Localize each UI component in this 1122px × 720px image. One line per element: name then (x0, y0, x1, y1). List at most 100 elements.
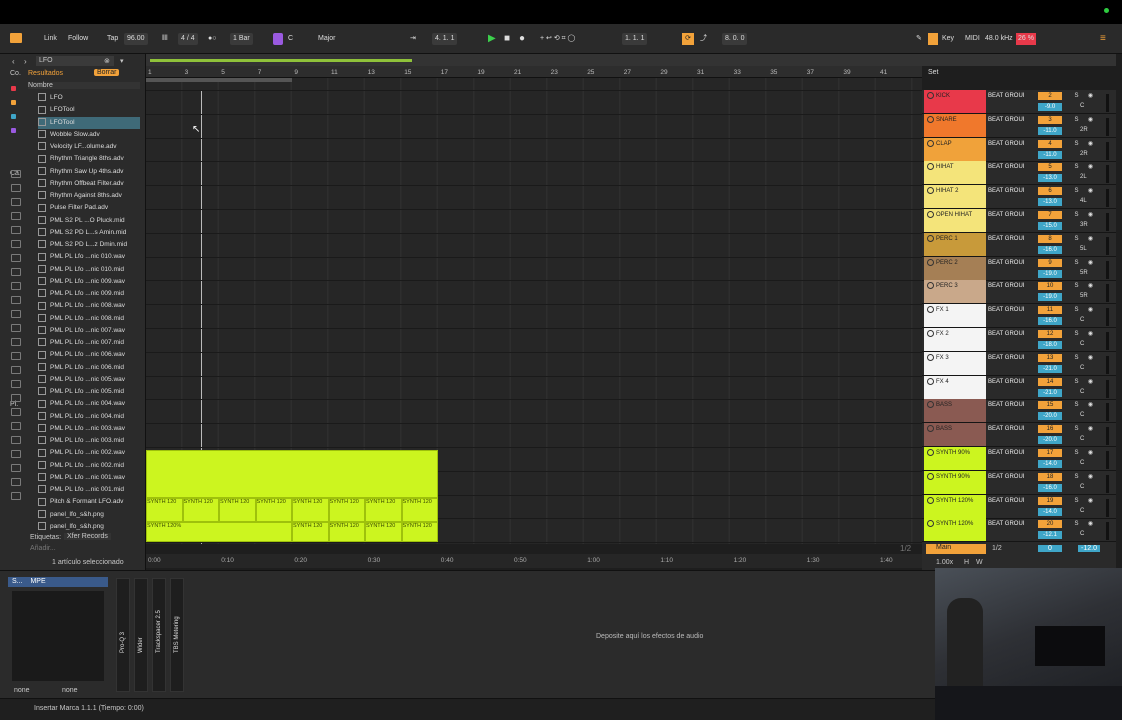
fold-icon[interactable] (927, 425, 934, 433)
track-volume[interactable]: -18.0 (1038, 341, 1062, 349)
drop-effects-hint[interactable]: Deposite aquí los efectos de audio (596, 633, 703, 640)
app-menu-icon[interactable] (10, 33, 22, 43)
track-pan[interactable]: 3R (1080, 222, 1088, 228)
track-header[interactable]: SYNTH 90% BEAT GROUI 17 -14.0 S ◉ C (922, 447, 1116, 471)
menu-icon[interactable]: ≡ (1100, 33, 1106, 45)
arrangement-overview[interactable] (146, 54, 1116, 66)
track-volume[interactable]: -21.0 (1038, 364, 1062, 373)
track-activator[interactable]: 10 (1038, 282, 1062, 291)
track-activator[interactable]: 5 (1038, 163, 1062, 172)
arrangement-clip[interactable] (146, 450, 438, 498)
track-volume[interactable]: -20.0 (1038, 436, 1062, 445)
track-group-select[interactable]: BEAT GROUI (988, 450, 1024, 456)
scale-select[interactable]: Major (318, 33, 336, 45)
solo-button[interactable]: S (1072, 449, 1081, 457)
track-header[interactable]: HIHAT 2 BEAT GROUI 6 -13.0 S ◉ 4L (922, 185, 1116, 210)
solo-button[interactable]: S (1072, 282, 1081, 290)
solo-button[interactable]: S (1072, 330, 1081, 338)
browser-item[interactable]: PML PL Lfo ...nic 010.wav (38, 251, 140, 263)
fold-icon[interactable] (927, 449, 934, 456)
arrangement-clip[interactable]: SYNTH 120 (401, 522, 438, 542)
browser-item[interactable]: panel_lfo_s&h.png (38, 509, 140, 521)
filter-icon[interactable]: ▾ (120, 57, 124, 65)
track-pan[interactable]: C (1080, 103, 1084, 109)
solo-button[interactable]: S (1072, 140, 1081, 148)
track-activator[interactable]: 7 (1038, 211, 1062, 219)
browser-item[interactable]: LFOTool (38, 116, 140, 129)
track-activator[interactable]: 4 (1038, 139, 1062, 148)
solo-button[interactable]: S (1072, 259, 1081, 267)
track-name[interactable]: PERC 1 (924, 232, 986, 256)
category-icon[interactable] (11, 492, 21, 500)
track-name[interactable]: SYNTH 120% (924, 494, 986, 518)
track-activator[interactable]: 8 (1038, 234, 1062, 243)
arrangement-clip[interactable]: SYNTH 120 (365, 498, 402, 522)
category-icon[interactable] (11, 310, 21, 318)
track-header[interactable]: PERC 2 BEAT GROUI 9 -19.0 S ◉ 5R (922, 256, 1116, 281)
loop-length-field[interactable]: 8. 0. 0 (722, 33, 748, 45)
track-activator[interactable]: 15 (1038, 401, 1062, 410)
arm-icon[interactable]: ◉ (1086, 140, 1095, 148)
track-name[interactable]: HIHAT (924, 161, 986, 185)
arm-icon[interactable]: ◉ (1086, 425, 1095, 433)
track-volume[interactable]: -19.0 (1038, 293, 1062, 302)
track-activator[interactable]: 14 (1038, 377, 1062, 386)
fold-icon[interactable] (927, 211, 934, 218)
arm-icon[interactable]: ◉ (1086, 116, 1095, 124)
track-group-select[interactable]: BEAT GROUI (988, 117, 1024, 123)
w-button[interactable]: W (976, 559, 983, 566)
track-activator[interactable]: 18 (1038, 472, 1062, 481)
track-group-select[interactable]: BEAT GROUI (988, 307, 1024, 313)
arm-icon[interactable]: ◉ (1086, 235, 1095, 243)
track-activator[interactable]: 13 (1038, 353, 1062, 362)
track-volume[interactable]: -21.0 (1038, 388, 1062, 397)
track-group-select[interactable]: BEAT GROUI (988, 283, 1024, 289)
category-icon[interactable] (11, 86, 16, 91)
category-icon[interactable] (11, 114, 16, 119)
track-activator[interactable]: 17 (1038, 449, 1062, 457)
fold-icon[interactable] (927, 306, 934, 314)
arrangement-clip[interactable]: SYNTH 120 (401, 498, 438, 522)
track-group-select[interactable]: BEAT GROUI (988, 260, 1024, 266)
track-name[interactable]: PERC 3 (924, 280, 986, 304)
category-icon[interactable] (11, 128, 16, 133)
browser-item[interactable]: PML PL Lfo ...nic 003.mid (38, 435, 140, 447)
track-pan[interactable]: C (1080, 412, 1084, 418)
solo-button[interactable]: S (1072, 187, 1081, 195)
fold-icon[interactable] (927, 282, 934, 290)
browser-item[interactable]: panel_lfo_s&h.png (38, 521, 140, 533)
track-name[interactable]: FX 3 (924, 351, 986, 375)
track-activator[interactable]: 9 (1038, 258, 1062, 267)
plugin-slot-tbs-metering[interactable]: TBS Metering (170, 578, 184, 692)
track-header[interactable]: FX 3 BEAT GROUI 13 -21.0 S ◉ C (922, 351, 1116, 376)
track-header[interactable]: FX 1 BEAT GROUI 11 -16.0 S ◉ C (922, 304, 1116, 329)
song-position-field[interactable]: 4. 1. 1 (432, 33, 458, 45)
browser-item[interactable]: PML PL Lfo ...nic 002.wav (38, 447, 140, 459)
browser-item[interactable]: PML PL Lfo ...nic 005.mid (38, 386, 140, 398)
scale-toggle-icon[interactable] (273, 33, 283, 45)
set-button[interactable]: Set (928, 69, 939, 76)
loop-region[interactable] (146, 78, 292, 82)
play-icon[interactable]: ▶ (488, 33, 496, 45)
fold-icon[interactable] (927, 377, 934, 385)
arrangement-clip[interactable]: SYNTH 120 (219, 498, 256, 522)
track-volume[interactable]: -15.0 (1038, 222, 1062, 230)
track-group-select[interactable]: BEAT GROUI (988, 474, 1024, 480)
track-header[interactable]: BASS BEAT GROUI 16 -20.0 S ◉ C (922, 423, 1116, 448)
track-pan[interactable]: C (1080, 531, 1084, 537)
track-header[interactable]: OPEN HIHAT BEAT GROUI 7 -15.0 S ◉ 3R (922, 209, 1116, 233)
browser-item[interactable]: PML PL Lfo ...nic 007.mid (38, 337, 140, 349)
fold-icon[interactable] (927, 187, 934, 195)
category-icon[interactable] (11, 394, 21, 402)
track-volume[interactable]: -16.0 (1038, 483, 1062, 492)
track-pan[interactable]: C (1080, 484, 1084, 490)
solo-button[interactable]: S (1072, 163, 1081, 171)
track-header[interactable]: PERC 3 BEAT GROUI 10 -19.0 S ◉ 5R (922, 280, 1116, 305)
track-group-select[interactable]: BEAT GROUI (988, 521, 1024, 527)
track-name[interactable]: SYNTH 120% (924, 518, 986, 542)
arrangement-clip[interactable]: SYNTH 120 (182, 498, 219, 522)
category-icon[interactable] (11, 212, 21, 220)
record-dot-icon[interactable]: ●○ (208, 33, 216, 45)
main-volume[interactable]: 0 (1038, 545, 1062, 552)
category-icon[interactable] (11, 184, 21, 192)
